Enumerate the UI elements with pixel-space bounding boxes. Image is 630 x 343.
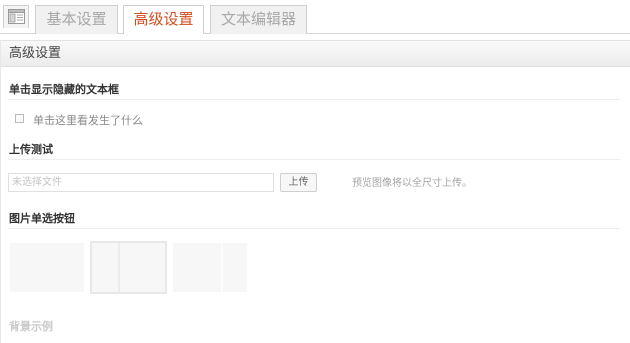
upload-hint: 预览图像将以全尺寸上传。 <box>352 178 472 189</box>
divider <box>8 228 620 229</box>
divider <box>8 99 620 100</box>
tab-text-editor[interactable]: 文本编辑器 <box>210 5 307 34</box>
section-title-background: 背景示例 <box>9 320 53 333</box>
tab-basic-settings[interactable]: 基本设置 <box>35 5 118 34</box>
section-title-image-radio: 图片单选按钮 <box>9 212 75 225</box>
panel-title: 高级设置 <box>1 41 630 67</box>
layout-column-divider <box>118 243 120 292</box>
file-path-input[interactable]: 未选择文件 <box>8 173 274 192</box>
section-title-toggle: 单击显示隐藏的文本框 <box>9 83 119 96</box>
tab-advanced-settings[interactable]: 高级设置 <box>123 5 204 34</box>
section-title-upload: 上传测试 <box>9 143 53 156</box>
divider <box>8 159 620 160</box>
upload-button[interactable]: 上传 <box>280 173 317 192</box>
image-radio-option-1[interactable] <box>10 243 84 292</box>
image-radio-option-3[interactable] <box>173 243 247 292</box>
tab-bar: 基本设置 高级设置 文本编辑器 <box>0 0 630 34</box>
layout-column-divider <box>221 243 223 292</box>
image-radio-option-2[interactable] <box>90 241 167 294</box>
toggle-checkbox-label[interactable]: 单击这里看发生了什么 <box>33 112 143 128</box>
settings-panel-icon <box>3 5 29 28</box>
toggle-checkbox[interactable] <box>15 114 24 123</box>
